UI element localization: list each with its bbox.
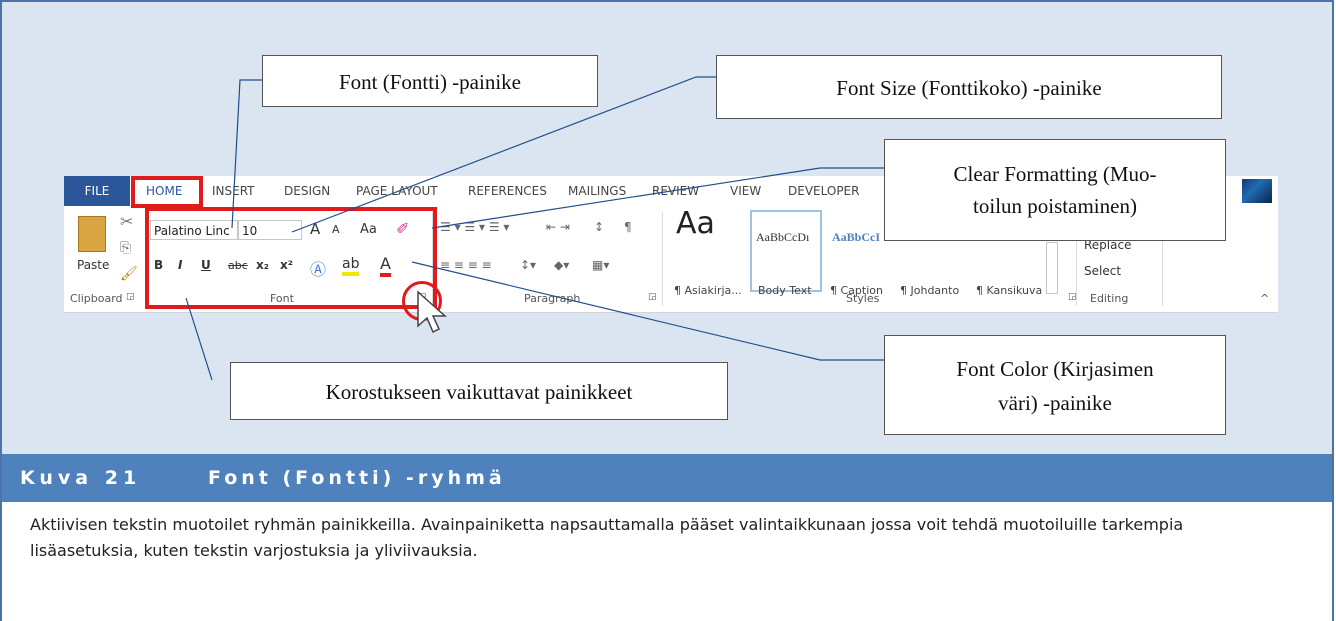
figure-label: Kuva 21 xyxy=(20,467,142,489)
callout-font-color-line2: väri) -painike xyxy=(998,391,1112,415)
frame-left-border xyxy=(0,454,2,621)
callout-font: Font (Fontti) -painike xyxy=(262,55,598,107)
callout-font-color-line1: Font Color (Kirjasimen xyxy=(956,357,1154,381)
callout-font-color: Font Color (Kirjasimen väri) -painike xyxy=(884,335,1226,435)
callout-clear-formatting-line1: Clear Formatting (Muo- xyxy=(953,162,1157,186)
frame-right-border xyxy=(1332,454,1334,621)
callout-clear-formatting: Clear Formatting (Muo- toilun poistamine… xyxy=(884,139,1226,241)
callout-clear-formatting-line2: toilun poistaminen) xyxy=(973,194,1137,218)
callout-font-size: Font Size (Fonttikoko) -painike xyxy=(716,55,1222,119)
callout-emphasis-buttons: Korostukseen vaikuttavat painikkeet xyxy=(230,362,728,420)
figure-caption-bar: Kuva 21 Font (Fontti) -ryhmä xyxy=(2,454,1332,502)
figure-title: Font (Fontti) -ryhmä xyxy=(208,467,506,489)
figure-description: Aktiivisen tekstin muotoilet ryhmän pain… xyxy=(30,515,1184,560)
